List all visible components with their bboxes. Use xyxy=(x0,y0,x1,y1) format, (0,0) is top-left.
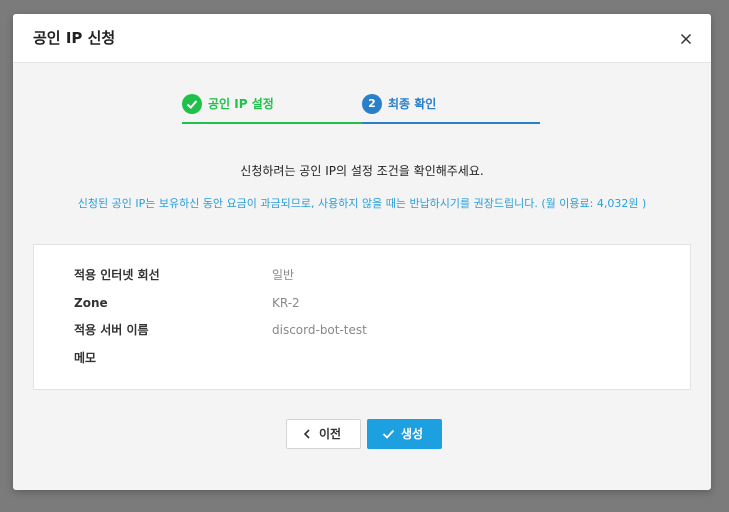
public-ip-request-dialog: 공인 IP 신청 공인 IP 설정 2 최종 확인 신청하려는 공인 IP의 설… xyxy=(13,14,711,490)
summary-label: 적용 인터넷 회선 xyxy=(74,268,160,282)
step-ip-settings: 공인 IP 설정 xyxy=(182,94,362,124)
step-1-badge xyxy=(182,94,202,114)
close-icon xyxy=(680,33,692,45)
check-icon xyxy=(186,100,198,109)
step-2-badge: 2 xyxy=(362,94,382,114)
step-2-label: 최종 확인 xyxy=(388,97,437,111)
step-1-label: 공인 IP 설정 xyxy=(208,97,274,111)
create-button[interactable]: 생성 xyxy=(367,419,442,449)
summary-label: 메모 xyxy=(74,351,97,365)
close-button[interactable] xyxy=(676,29,696,49)
summary-panel: 적용 인터넷 회선 일반 Zone KR-2 적용 서버 이름 discord-… xyxy=(33,244,691,390)
summary-value: discord-bot-test xyxy=(272,323,367,337)
summary-label: Zone xyxy=(74,296,108,310)
check-icon xyxy=(382,429,395,439)
summary-value: 일반 xyxy=(272,268,295,282)
dialog-header: 공인 IP 신청 xyxy=(13,14,711,63)
previous-button[interactable]: 이전 xyxy=(286,419,361,449)
previous-button-label: 이전 xyxy=(319,427,342,441)
billing-notice: 신청된 공인 IP는 보유하신 동안 요금이 과금되므로, 사용하지 않을 때는… xyxy=(77,197,647,210)
create-button-label: 생성 xyxy=(401,427,424,441)
chevron-left-icon xyxy=(303,429,310,439)
confirm-instruction: 신청하려는 공인 IP의 설정 조건을 확인해주세요. xyxy=(240,164,484,178)
summary-label: 적용 서버 이름 xyxy=(74,323,149,337)
step-final-confirm: 2 최종 확인 xyxy=(362,94,540,124)
dialog-title: 공인 IP 신청 xyxy=(33,29,116,47)
summary-value: KR-2 xyxy=(272,296,300,310)
step-indicator: 공인 IP 설정 2 최종 확인 xyxy=(182,94,542,124)
